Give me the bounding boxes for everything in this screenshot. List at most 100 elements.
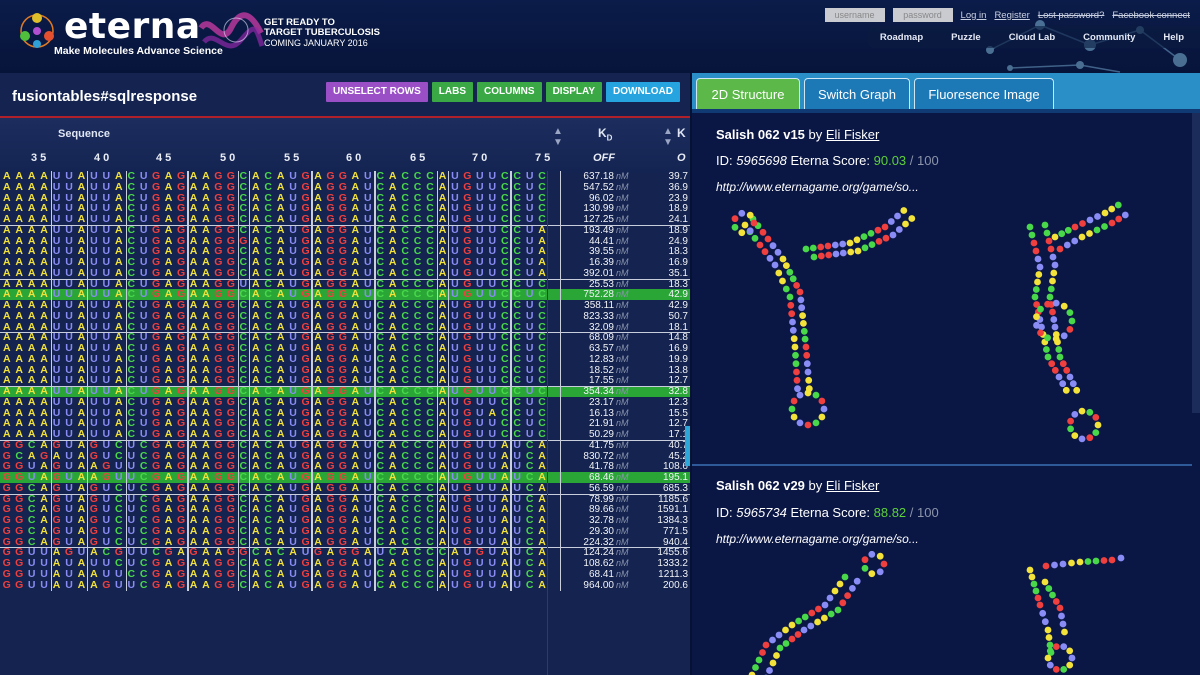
nucleotide-dot xyxy=(803,351,811,359)
nucleotide-dot xyxy=(882,234,890,242)
k-second-value: 1455.6 xyxy=(657,547,688,559)
table-row[interactable]: AAAAUUAUUACUGAGAAGGCACAUGAGGAUCACCCAUGUU… xyxy=(0,267,690,279)
table-row[interactable]: GGCAGUAGUCUCGAGAAGGCACAUGAGGAUCACCCAUGUU… xyxy=(0,439,690,451)
table-row[interactable]: AAAAUUAUUACUGAGAAGGCACAUGAGGAUCACCCAUGUU… xyxy=(0,224,690,236)
kd-unit: nM xyxy=(616,171,629,181)
nucleotide-dot xyxy=(1086,408,1094,416)
brand-name[interactable]: eterna xyxy=(64,6,201,47)
nucleotide-dot xyxy=(839,599,847,607)
table-row[interactable]: GGUUAUAAUUCCGAGAAGGCACAUGAGGAUCACCCAUGUU… xyxy=(0,568,690,580)
login-link[interactable]: Log in xyxy=(961,10,987,21)
nucleotide-dot xyxy=(810,253,818,261)
nucleotide-dot xyxy=(1059,620,1067,628)
nucleotide-dot xyxy=(1060,666,1068,673)
kd-unit: nM xyxy=(616,310,629,321)
nav-community[interactable]: Community xyxy=(1083,32,1135,43)
nucleotide: C xyxy=(376,578,385,591)
nucleotide-dot xyxy=(1115,215,1123,223)
unselect-rows-button[interactable]: UNSELECT ROWS xyxy=(326,82,428,102)
username-field[interactable]: username xyxy=(824,8,885,22)
promo-text[interactable]: GET READY TO TARGET TUBERCULOSIS COMING … xyxy=(264,18,380,49)
table-header: Sequence ▲ ▼ KD ▲ ▼ K 35 40 45 50 55 60 65… xyxy=(0,118,690,173)
sequence-position-ruler: 35 40 45 50 55 60 65 70 75 xyxy=(0,152,560,166)
table-scrollbar[interactable] xyxy=(685,426,690,466)
nucleotide-dot xyxy=(779,255,787,263)
nucleotide-dot xyxy=(1052,299,1060,307)
nav-help[interactable]: Help xyxy=(1163,32,1184,43)
nucleotide-dot xyxy=(1045,585,1053,592)
nucleotide-dot xyxy=(846,239,854,247)
nucleotide-dot xyxy=(1028,231,1036,239)
table-row[interactable]: GGUUAUAAGUUCGAGAAGGCACAUGAGGAUCACCCAUGUU… xyxy=(0,578,690,591)
nucleotide: G xyxy=(2,578,11,591)
nav-puzzle[interactable]: Puzzle xyxy=(951,32,981,43)
kd-unit: nM xyxy=(616,493,629,504)
table-row[interactable]: GGCAGUAGUCUCGAGAAGGCACAUGAGGAUCACCCAUGUU… xyxy=(0,482,690,494)
table-row[interactable]: AAAAUUAUUACUGAGAAGGCACAUGAGGAUCACCCAUGUU… xyxy=(0,396,690,408)
nucleotide-dot xyxy=(741,221,749,229)
nav-roadmap[interactable]: Roadmap xyxy=(880,32,923,43)
k-second-value: 24.1 xyxy=(668,214,688,225)
nucleotide-dot xyxy=(769,242,777,250)
kd-unit: nM xyxy=(616,246,629,257)
nucleotide-dot xyxy=(853,577,861,585)
tuberculosis-promo-icon[interactable] xyxy=(196,8,266,64)
nucleotide-dot xyxy=(798,304,806,312)
detail-scrollbar[interactable] xyxy=(1192,113,1200,413)
kd-unit: nM xyxy=(616,332,629,343)
detail-tabbar: 2D Structure Switch Graph Fluoresence Im… xyxy=(692,73,1200,113)
tab-fluorescence-image[interactable]: Fluoresence Image xyxy=(914,78,1054,109)
table-row[interactable]: AAAAUUAUUACUGAGAAGGCACAUGAGGAUCACCCAUGUU… xyxy=(0,353,690,365)
nucleotide-dot xyxy=(1073,386,1081,394)
nucleotide-dot xyxy=(762,641,770,649)
password-field[interactable]: password xyxy=(892,8,953,22)
nucleotide-dot xyxy=(796,419,804,427)
nucleotide-dot xyxy=(1049,308,1056,316)
nucleotide-dot xyxy=(827,610,835,618)
nucleotide-dot xyxy=(1071,411,1079,418)
column-header-kd[interactable]: KD xyxy=(598,126,612,142)
nucleotide-dot xyxy=(794,631,802,638)
sort-kd-icon[interactable]: ▲ ▼ xyxy=(663,126,673,148)
column-header-sequence[interactable]: Sequence xyxy=(58,128,110,140)
table-row[interactable]: GGCAGUAGUCUCGAGAAGGCACAUGAGGAUCACCCAUGUU… xyxy=(0,525,690,537)
by-label: by xyxy=(808,478,823,493)
design-title: Salish 062 v15 by Eli Fisker xyxy=(716,127,879,142)
display-button[interactable]: DISPLAY xyxy=(545,82,602,102)
nucleotide-dot xyxy=(908,215,916,222)
column-header-k-second[interactable]: K xyxy=(677,126,686,140)
kd-value: 21.91 xyxy=(588,418,614,430)
tab-switch-graph[interactable]: Switch Graph xyxy=(804,78,910,109)
columns-button[interactable]: COLUMNS xyxy=(477,82,542,102)
labs-button[interactable]: LABS xyxy=(431,82,474,102)
nucleotide: C xyxy=(139,578,148,591)
facebook-connect-link[interactable]: Facebook connect xyxy=(1112,10,1190,21)
nucleotide-dot xyxy=(792,351,799,359)
tab-2d-structure[interactable]: 2D Structure xyxy=(696,78,800,109)
nucleotide-dot xyxy=(807,622,815,630)
author-link[interactable]: Eli Fisker xyxy=(826,478,879,493)
download-button[interactable]: DOWNLOAD xyxy=(606,82,680,102)
register-link[interactable]: Register xyxy=(994,10,1029,21)
nucleotide: G xyxy=(15,578,24,591)
lost-password-link[interactable]: Lost password? xyxy=(1038,10,1105,21)
nucleotide-dot xyxy=(1052,335,1060,343)
kd-unit: nM xyxy=(616,504,629,515)
nucleotide-dot xyxy=(1050,269,1058,277)
sort-sequence-icon[interactable]: ▲ ▼ xyxy=(553,126,563,148)
design-url[interactable]: http://www.eternagame.org/game/so... xyxy=(716,180,919,194)
table-row[interactable]: AAAAUUAUUACUGAGAAGGCACAUGAGGAUCACCCAUGUU… xyxy=(0,310,690,322)
score-label: Eterna Score: xyxy=(790,153,871,168)
nucleotide-dot xyxy=(824,242,832,250)
nucleotide-dot xyxy=(1041,618,1049,626)
table-row[interactable]: AAAAUUAUUACUGAGAAGGCACAUGAGGAUCACCCAUGUU… xyxy=(0,181,690,193)
author-link[interactable]: Eli Fisker xyxy=(826,127,879,142)
nucleotide-dot xyxy=(1033,313,1040,321)
position-label: 75 xyxy=(535,152,554,164)
design-id: 5965698 xyxy=(736,153,787,168)
nucleotide-dot xyxy=(790,335,798,343)
nav-cloud-lab[interactable]: Cloud Lab xyxy=(1009,32,1055,43)
nucleotide-dot xyxy=(867,230,875,237)
design-url[interactable]: http://www.eternagame.org/game/so... xyxy=(716,532,919,546)
k-second-value: 18.3 xyxy=(668,246,688,258)
